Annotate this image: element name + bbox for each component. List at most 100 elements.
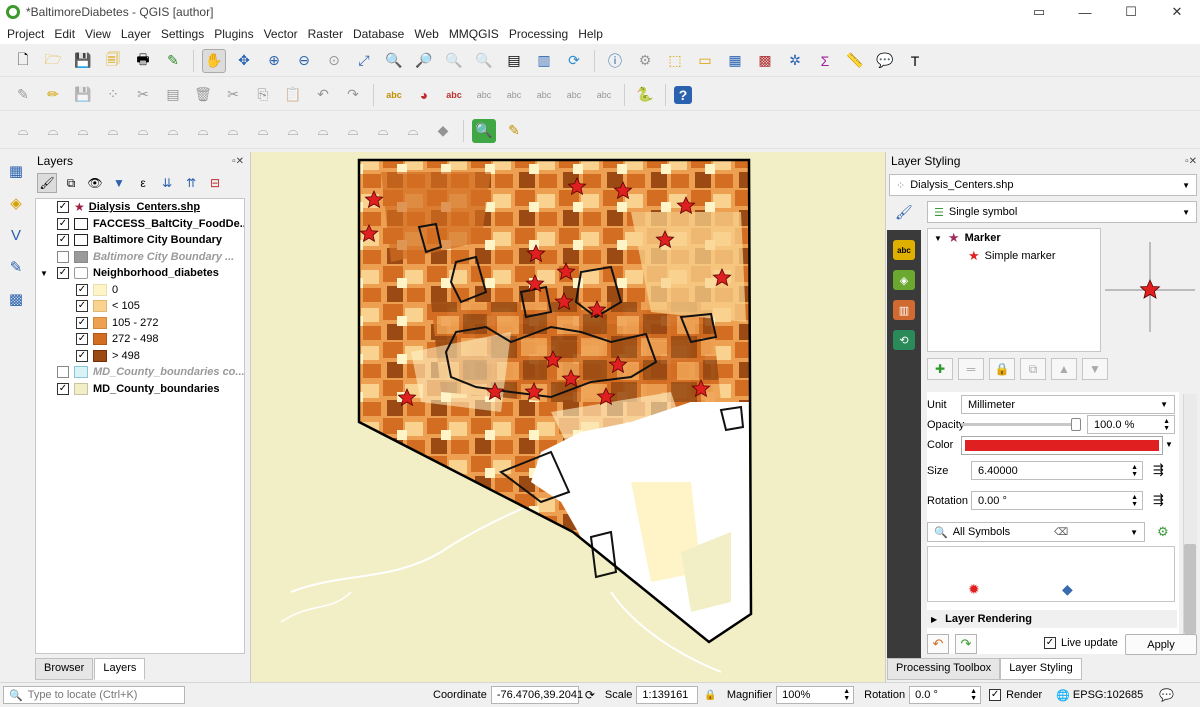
opacity-slider-handle[interactable] <box>1071 418 1081 431</box>
menu-settings[interactable]: Settings <box>156 27 209 41</box>
labels-tab-icon[interactable]: abc <box>893 240 915 260</box>
unit-combo[interactable]: Millimeter ▼ <box>961 395 1175 414</box>
spin-arrows-icon[interactable]: ▲ ▼ <box>843 688 850 702</box>
layer-checkbox[interactable]: ✓ <box>57 382 69 395</box>
blue-diamond-symbol-icon[interactable]: ◆ <box>1062 581 1073 598</box>
apply-button[interactable]: Apply <box>1125 634 1197 655</box>
undo-style-icon[interactable]: ↶ <box>927 634 949 654</box>
digitize-icon[interactable]: ⁘ <box>101 83 125 107</box>
field-calculator-icon[interactable]: ▩ <box>753 49 777 73</box>
save-as-icon[interactable]: 🗐 <box>101 49 125 73</box>
layer-item-baltimore-boundary[interactable]: ✓ Baltimore City Boundary <box>36 232 244 249</box>
redo-style-icon[interactable]: ↷ <box>955 634 977 654</box>
data-defined-override-icon[interactable]: ⇶ <box>1153 462 1164 478</box>
lock-scale-icon[interactable]: 🔒 <box>704 690 716 701</box>
data-source-manager-icon[interactable]: ▦ <box>3 158 29 184</box>
pan-to-selection-icon[interactable]: ✥ <box>232 49 256 73</box>
legend-class-2[interactable]: ✓ 105 - 272 <box>36 315 244 332</box>
statistics-icon[interactable]: ✲ <box>783 49 807 73</box>
new-map-view-icon[interactable]: ▤ <box>502 49 526 73</box>
visibility-icon[interactable]: 👁 <box>85 173 105 193</box>
rotate-label-icon[interactable]: abc <box>562 83 586 107</box>
legend-class-4[interactable]: ✓ > 498 <box>36 348 244 365</box>
menu-database[interactable]: Database <box>348 27 409 41</box>
layer-item-md-county[interactable]: ✓ MD_County_boundaries <box>36 381 244 398</box>
legend-class-1[interactable]: ✓ < 105 <box>36 298 244 315</box>
zoom-full-icon[interactable]: ⤢ <box>352 49 376 73</box>
delete-selected-icon[interactable]: 🗑 <box>191 83 215 107</box>
class-checkbox[interactable]: ✓ <box>76 283 88 296</box>
offset-icon[interactable]: ⌓ <box>341 119 365 143</box>
spin-arrows-icon[interactable]: ▲ ▼ <box>1131 494 1138 508</box>
add-ring-icon[interactable]: ⌓ <box>191 119 215 143</box>
label-tool-icon[interactable]: abc <box>382 83 406 107</box>
new-project-icon[interactable]: 🗋 <box>11 49 35 73</box>
measure-icon[interactable]: 📏 <box>843 49 867 73</box>
show-hide-label-icon[interactable]: abc <box>502 83 526 107</box>
copy-icon[interactable]: ⎘ <box>251 83 275 107</box>
data-defined-override-icon[interactable]: ⇶ <box>1153 492 1164 508</box>
split-icon[interactable]: ⌓ <box>71 119 95 143</box>
history-tab-icon[interactable]: ⟲ <box>893 330 915 350</box>
deselect-icon[interactable]: ▭ <box>693 49 717 73</box>
identify-icon[interactable]: ⓘ <box>603 49 627 73</box>
help-icon[interactable]: ? <box>674 85 692 104</box>
minimize-button[interactable]: — <box>1062 0 1108 24</box>
zoom-last-icon[interactable]: 🔍 <box>442 49 466 73</box>
merge-attributes-icon[interactable]: ⌓ <box>401 119 425 143</box>
split-parts-icon[interactable]: ⌓ <box>371 119 395 143</box>
expand-all-icon[interactable]: ⇊ <box>157 173 177 193</box>
rotation-field[interactable]: 0.00 ° ▲ ▼ <box>971 491 1143 510</box>
refresh-icon[interactable]: ⟳ <box>562 49 586 73</box>
select-feature-icon[interactable]: ⬚ <box>663 49 687 73</box>
expand-arrow-icon[interactable]: ▼ <box>40 269 52 278</box>
menu-mmqgis[interactable]: MMQGIS <box>444 27 504 41</box>
symbol-search-combo[interactable]: 🔍 All Symbols ⌫ ▼ <box>927 522 1145 542</box>
simple-marker-tree-node[interactable]: ★ Simple marker <box>928 247 1100 265</box>
paste-icon[interactable]: 📋 <box>281 83 305 107</box>
change-label-icon[interactable]: abc <box>592 83 616 107</box>
collapse-arrow-icon[interactable]: ▼ <box>934 234 942 243</box>
maximize-button[interactable]: ☐ <box>1108 0 1154 24</box>
opacity-slider[interactable] <box>961 423 1079 426</box>
save-edits-icon[interactable]: 💾 <box>71 83 95 107</box>
diagram-tool-icon[interactable]: ◕ <box>412 83 436 107</box>
map-svg[interactable] <box>251 152 886 682</box>
toggle-extents-icon[interactable]: ⟳ <box>585 688 595 702</box>
scale-field[interactable]: 1:139161 <box>636 686 699 704</box>
move-down-icon[interactable]: ▼ <box>1082 358 1108 380</box>
zoom-native-icon[interactable]: ⊙ <box>322 49 346 73</box>
highlight-label-icon[interactable]: abc <box>442 83 466 107</box>
python-console-icon[interactable]: 🐍 <box>633 83 657 107</box>
pin-label-icon[interactable]: abc <box>472 83 496 107</box>
tablet-mode-icon[interactable]: ▭ <box>1016 0 1062 24</box>
lock-layer-icon[interactable]: 🔒 <box>989 358 1015 380</box>
menu-plugins[interactable]: Plugins <box>209 27 258 41</box>
color-dropdown-icon[interactable]: ▼ <box>1165 440 1173 449</box>
legend-class-0[interactable]: ✓ 0 <box>36 282 244 299</box>
menu-processing[interactable]: Processing <box>504 27 573 41</box>
zoom-next-icon[interactable]: 🔍 <box>472 49 496 73</box>
layer-checkbox[interactable] <box>57 366 69 379</box>
spin-arrows-icon[interactable]: ▲ ▼ <box>1131 464 1138 478</box>
fill-ring-icon[interactable]: ⌓ <box>251 119 275 143</box>
cut-icon[interactable]: ✂ <box>221 83 245 107</box>
menu-web[interactable]: Web <box>409 27 443 41</box>
opacity-field[interactable]: 100.0 % ▲ ▼ <box>1087 415 1175 434</box>
rotation-field[interactable]: 0.0 ° ▲ ▼ <box>909 686 982 704</box>
modify-attributes-icon[interactable]: ▤ <box>161 83 185 107</box>
new-bookmark-icon[interactable]: ▥ <box>532 49 556 73</box>
magnifier-field[interactable]: 100% ▲ ▼ <box>776 686 855 704</box>
redo-icon[interactable]: ↷ <box>341 83 365 107</box>
move-up-icon[interactable]: ▲ <box>1051 358 1077 380</box>
live-update-checkbox[interactable]: ✓ <box>1044 637 1056 649</box>
expression-filter-icon[interactable]: ε <box>133 173 153 193</box>
layer-item-dialysis[interactable]: ✓ ★ Dialysis_Centers.shp <box>36 199 244 216</box>
layer-checkbox[interactable]: ✓ <box>57 201 69 214</box>
spin-arrows-icon[interactable]: ▲ ▼ <box>970 688 977 702</box>
remove-layer-icon[interactable]: ⊟ <box>205 173 225 193</box>
menu-project[interactable]: Project <box>2 27 49 41</box>
close-button[interactable]: ✕ <box>1154 0 1200 24</box>
vertex-tool-icon[interactable]: ✂ <box>131 83 155 107</box>
render-checkbox[interactable]: ✓ <box>989 689 1002 701</box>
